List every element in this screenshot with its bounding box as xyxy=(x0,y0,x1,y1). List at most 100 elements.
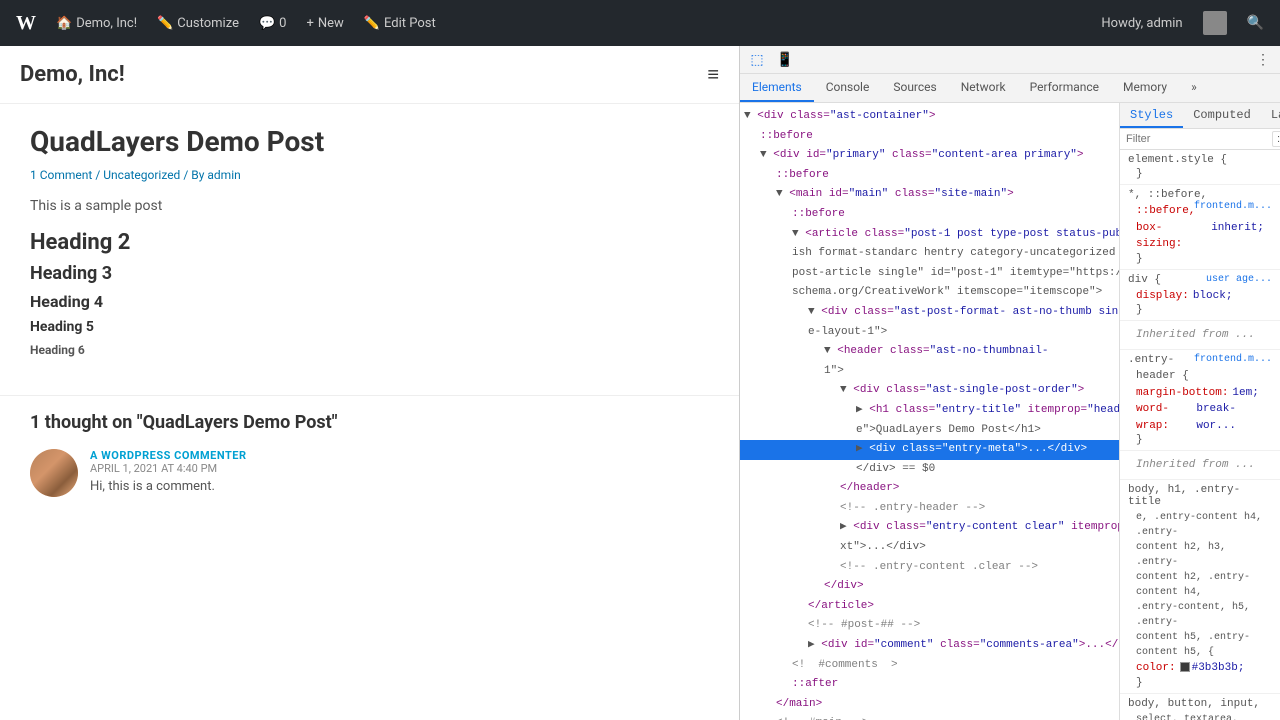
heading-3: Heading 3 xyxy=(30,263,690,284)
site-name-button[interactable]: 🏠 Demo, Inc! xyxy=(48,12,145,35)
dom-line[interactable]: 1"> xyxy=(740,362,1119,382)
wordpress-icon: W xyxy=(16,12,36,35)
dom-line[interactable]: <!-- #main --> xyxy=(740,714,1119,720)
dom-line[interactable]: <!-- .entry-content .clear --> xyxy=(740,558,1119,578)
site-icon: 🏠 xyxy=(56,16,72,31)
style-prop: color: #3b3b3b; xyxy=(1128,660,1272,677)
dom-line[interactable]: schema.org/CreativeWork" itemscope="item… xyxy=(740,283,1119,303)
edit-icon: ✏️ xyxy=(364,16,380,31)
expand-icon[interactable] xyxy=(824,345,831,357)
devtools-content: <div class="ast-container"> ::before <di… xyxy=(740,103,1280,720)
style-closing: } xyxy=(1128,304,1272,316)
dom-line[interactable]: ::before xyxy=(740,205,1119,225)
device-toolbar-button[interactable]: 📱 xyxy=(772,48,798,72)
tab-more[interactable]: » xyxy=(1179,74,1209,102)
dom-line[interactable]: ::before xyxy=(740,127,1119,147)
wordpress-logo-button[interactable]: W xyxy=(8,8,44,39)
tab-styles[interactable]: Styles xyxy=(1120,104,1183,128)
category-link[interactable]: Uncategorized xyxy=(103,168,180,182)
dom-line[interactable]: ::before xyxy=(740,166,1119,186)
comment-section: 1 thought on "QuadLayers Demo Post" A WO… xyxy=(0,395,739,525)
meta-separator-2: / By xyxy=(183,168,207,182)
tab-sources[interactable]: Sources xyxy=(881,74,948,102)
dom-line[interactable]: <div class="ast-post-format- ast-no-thum… xyxy=(740,303,1119,323)
dom-line[interactable]: <!-- .entry-header --> xyxy=(740,499,1119,519)
dom-line[interactable]: e">QuadLayers Demo Post</h1> xyxy=(740,421,1119,441)
tab-computed[interactable]: Computed xyxy=(1183,104,1261,128)
comment-avatar xyxy=(30,449,78,497)
comments-icon: 💬 xyxy=(259,16,275,31)
tab-performance[interactable]: Performance xyxy=(1018,74,1111,102)
dom-line[interactable]: <div id="primary" class="content-area pr… xyxy=(740,146,1119,166)
admin-bar: W 🏠 Demo, Inc! ✏️ Customize 💬 0 + New ✏️… xyxy=(0,0,1280,46)
dom-line[interactable]: <article class="post-1 post type-post st… xyxy=(740,225,1119,245)
style-rule: body, button, input, select, textarea, .… xyxy=(1120,694,1280,720)
expand-icon[interactable] xyxy=(808,306,815,318)
dom-line[interactable]: <!-- #post-## --> xyxy=(740,616,1119,636)
dom-line[interactable]: <header class="ast-no-thumbnail- xyxy=(740,342,1119,362)
style-rule: .entry- frontend.m... header { margin-bo… xyxy=(1120,350,1280,451)
comments-button[interactable]: 💬 0 xyxy=(251,12,295,35)
dom-line[interactable]: <div class="ast-container"> xyxy=(740,107,1119,127)
style-source[interactable]: user age... xyxy=(1206,274,1272,285)
dom-line[interactable]: post-article single" id="post-1" itemtyp… xyxy=(740,264,1119,284)
dom-line[interactable]: </div> xyxy=(740,577,1119,597)
comments-link[interactable]: 1 Comment xyxy=(30,168,92,182)
expand-icon[interactable] xyxy=(792,228,799,240)
hamburger-menu-icon[interactable]: ≡ xyxy=(707,62,719,87)
more-tools-button[interactable]: ⋮ xyxy=(1250,48,1276,72)
tab-network[interactable]: Network xyxy=(949,74,1018,102)
dom-line[interactable]: <div class="ast-single-post-order"> xyxy=(740,381,1119,401)
tab-layout[interactable]: Lay... xyxy=(1261,104,1280,128)
new-button[interactable]: + New xyxy=(298,12,351,35)
dom-line[interactable]: ::after xyxy=(740,675,1119,695)
admin-avatar xyxy=(1203,11,1227,35)
author-link[interactable]: admin xyxy=(207,168,240,182)
dom-line[interactable]: <main id="main" class="site-main"> xyxy=(740,185,1119,205)
search-button[interactable]: 🔍 xyxy=(1239,11,1272,35)
dom-line[interactable]: </header> xyxy=(740,479,1119,499)
dom-line[interactable]: xt">...</div> xyxy=(740,538,1119,558)
style-source[interactable]: frontend.m... xyxy=(1194,201,1272,212)
expand-icon[interactable] xyxy=(760,149,767,161)
customize-button[interactable]: ✏️ Customize xyxy=(149,12,247,35)
style-source[interactable]: frontend.m... xyxy=(1194,354,1272,365)
expand-icon[interactable] xyxy=(808,639,815,651)
hov-button[interactable]: :hov xyxy=(1272,131,1280,147)
tab-memory[interactable]: Memory xyxy=(1111,74,1179,102)
post-title: QuadLayers Demo Post xyxy=(30,124,690,160)
inspect-element-button[interactable]: ⬚ xyxy=(744,48,770,72)
tab-console[interactable]: Console xyxy=(814,74,882,102)
dom-line[interactable]: </div> == $0 xyxy=(740,460,1119,480)
styles-panel: Styles Computed Lay... :hov element.styl… xyxy=(1120,103,1280,720)
dom-line-selected[interactable]: <div class="entry-meta">...</div> xyxy=(740,440,1119,460)
tab-elements[interactable]: Elements xyxy=(740,74,814,102)
main-layout: Demo, Inc! ≡ QuadLayers Demo Post 1 Comm… xyxy=(0,46,1280,720)
style-prop: word-wrap: break-wor... xyxy=(1128,401,1272,434)
expand-icon[interactable] xyxy=(856,443,863,455)
filter-input[interactable] xyxy=(1126,133,1268,145)
dom-line[interactable]: </main> xyxy=(740,695,1119,715)
dom-line[interactable]: <! #comments > xyxy=(740,656,1119,676)
dom-line[interactable]: </article> xyxy=(740,597,1119,617)
expand-icon[interactable] xyxy=(840,384,847,396)
style-selector: element.style { xyxy=(1128,154,1272,166)
expand-icon[interactable] xyxy=(856,404,863,416)
edit-post-button[interactable]: ✏️ Edit Post xyxy=(356,12,444,35)
expand-icon[interactable] xyxy=(776,188,783,200)
expand-icon[interactable] xyxy=(744,110,751,122)
post-excerpt: This is a sample post xyxy=(30,198,690,214)
dom-line[interactable]: <div id="comment" class="comments-area">… xyxy=(740,636,1119,656)
dom-line[interactable]: e-layout-1"> xyxy=(740,323,1119,343)
avatar-button[interactable] xyxy=(1195,7,1235,39)
style-prop: box-sizing: inherit; xyxy=(1128,220,1272,253)
style-prop: .entry-content, h5, .entry- xyxy=(1128,600,1272,630)
devtools-panel: ⬚ 📱 ⋮ Elements Console Sources Network P… xyxy=(740,46,1280,720)
dom-line[interactable]: <h1 class="entry-title" itemprop="headli… xyxy=(740,401,1119,421)
dom-panel[interactable]: <div class="ast-container"> ::before <di… xyxy=(740,103,1120,720)
expand-icon[interactable] xyxy=(840,521,847,533)
inherited-header: Inherited from ... xyxy=(1120,321,1280,350)
customize-label: Customize xyxy=(177,16,239,31)
dom-line[interactable]: <div class="entry-content clear" itempro… xyxy=(740,518,1119,538)
dom-line[interactable]: ish format-standarc hentry category-unca… xyxy=(740,244,1119,264)
